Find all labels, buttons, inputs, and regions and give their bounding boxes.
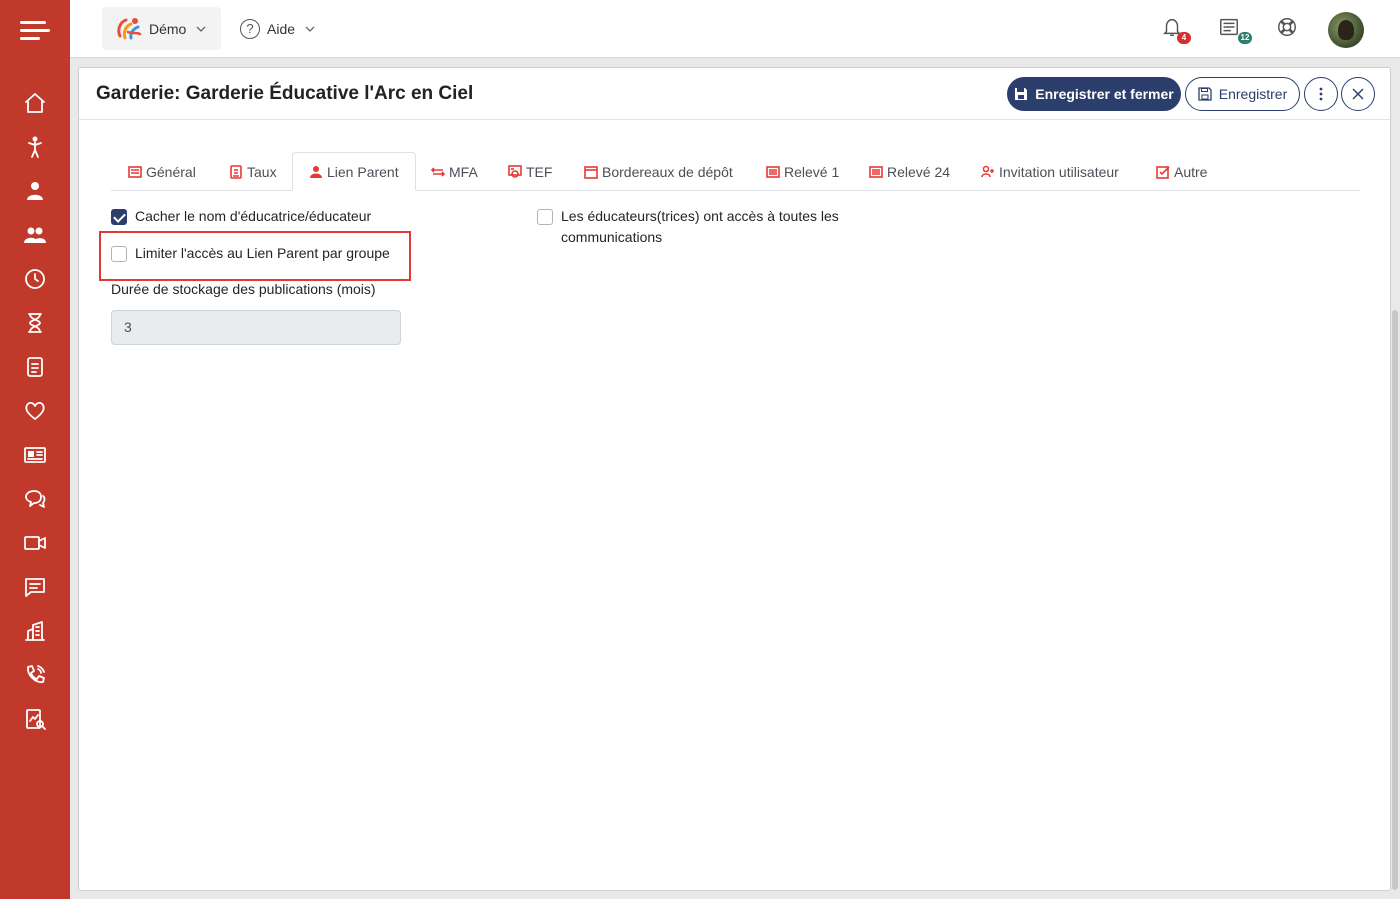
notifications-badge: 4 [1177,32,1191,44]
chat-icon[interactable] [21,485,49,513]
storage-duration-input[interactable]: 3 [111,310,401,345]
save-and-close-label: Enregistrer et fermer [1035,86,1174,102]
notifications-bell-icon[interactable]: 4 [1161,16,1191,44]
hourglass-icon[interactable] [21,309,49,337]
support-lifebuoy-icon[interactable] [1276,16,1302,42]
tab-lien-parent[interactable]: Lien Parent [292,152,416,191]
user-avatar[interactable] [1328,12,1364,48]
save-button[interactable]: Enregistrer [1185,77,1300,111]
educators-access-all-label: Les éducateurs(trices) ont accès à toute… [561,208,839,245]
tab-label: TEF [526,163,553,180]
tab-tef[interactable]: TEF [508,152,552,191]
tab-label: Taux [247,163,277,180]
tab-label: Général [146,163,196,180]
chevron-down-icon [305,26,315,32]
help-menu[interactable]: ? Aide [240,7,315,50]
home-icon[interactable] [21,89,49,117]
news-badge: 12 [1238,32,1252,44]
scrollbar[interactable] [1392,310,1398,890]
report-icon[interactable] [21,705,49,733]
organization-selector[interactable]: Démo [102,7,221,50]
user-plus-icon [981,165,995,179]
tab-releve-1[interactable]: Relevé 1 [766,152,839,191]
doc-icon [869,165,883,179]
building-icon[interactable] [21,617,49,645]
list-icon [128,165,142,179]
educators-access-all-checkbox[interactable] [537,209,553,225]
tef-icon [508,164,522,179]
parent-icon[interactable] [21,177,49,205]
check-square-icon [1156,165,1170,179]
video-icon[interactable] [21,529,49,557]
save-icon [1198,87,1212,101]
settings-tabs: Général Taux Lien Parent MFA TEF Bordere… [111,152,1360,191]
limit-access-by-group-checkbox[interactable] [111,246,127,262]
sidebar [0,0,70,899]
tab-label: Relevé 24 [887,163,951,180]
phone-icon[interactable] [21,661,49,689]
tab-autre[interactable]: Autre [1156,152,1207,191]
rate-icon [229,164,243,179]
tab-label: MFA [449,163,478,180]
close-button[interactable] [1341,77,1375,111]
calendar-icon [584,165,598,179]
tab-label: Autre [1174,163,1208,180]
save-icon [1015,88,1028,100]
question-circle-icon: ? [240,18,260,39]
users-icon[interactable] [21,221,49,249]
tab-taux[interactable]: Taux [229,152,277,191]
tab-mfa[interactable]: MFA [430,152,478,191]
modal-header: Garderie: Garderie Éducative l'Arc en Ci… [79,68,1390,120]
tab-label: Bordereaux de dépôt [602,163,733,180]
tab-bordereaux[interactable]: Bordereaux de dépôt [584,152,733,191]
page-title: Garderie: Garderie Éducative l'Arc en Ci… [96,83,474,104]
vertical-dots-icon [1319,87,1323,101]
tab-label: Invitation utilisateur [999,163,1119,180]
news-icon[interactable]: 12 [1218,16,1252,44]
child-icon[interactable] [21,133,49,161]
arrows-icon [430,165,446,179]
message-icon[interactable] [21,573,49,601]
hide-educator-name-label: Cacher le nom d'éducatrice/éducateur [135,208,372,224]
storage-duration-label: Durée de stockage des publications (mois… [111,281,376,297]
save-and-close-button[interactable]: Enregistrer et fermer [1007,77,1181,111]
invoice-icon[interactable] [21,353,49,381]
organization-label: Démo [149,20,187,37]
doc-icon [766,165,780,179]
id-card-icon[interactable] [21,441,49,469]
chevron-down-icon [196,26,206,32]
save-label: Enregistrer [1218,86,1288,102]
tab-general[interactable]: Général [128,152,196,191]
tab-label: Lien Parent [327,163,399,180]
more-options-button[interactable] [1304,77,1338,111]
heart-icon[interactable] [21,397,49,425]
organization-logo-icon [117,17,142,39]
clock-icon[interactable] [21,265,49,293]
hamburger-menu-icon[interactable] [20,18,50,42]
help-label: Aide [267,20,296,37]
close-icon [1352,88,1364,100]
top-bar: Démo ? Aide 4 12 [70,0,1400,58]
settings-modal: Garderie: Garderie Éducative l'Arc en Ci… [78,67,1391,891]
hide-educator-name-checkbox[interactable] [111,209,127,225]
parent-link-icon [309,165,323,179]
tab-label: Relevé 1 [784,163,840,180]
tab-invitation-utilisateur[interactable]: Invitation utilisateur [981,152,1119,191]
tab-releve-24[interactable]: Relevé 24 [869,152,950,191]
limit-access-by-group-label: Limiter l'accès au Lien Parent par group… [135,245,390,261]
